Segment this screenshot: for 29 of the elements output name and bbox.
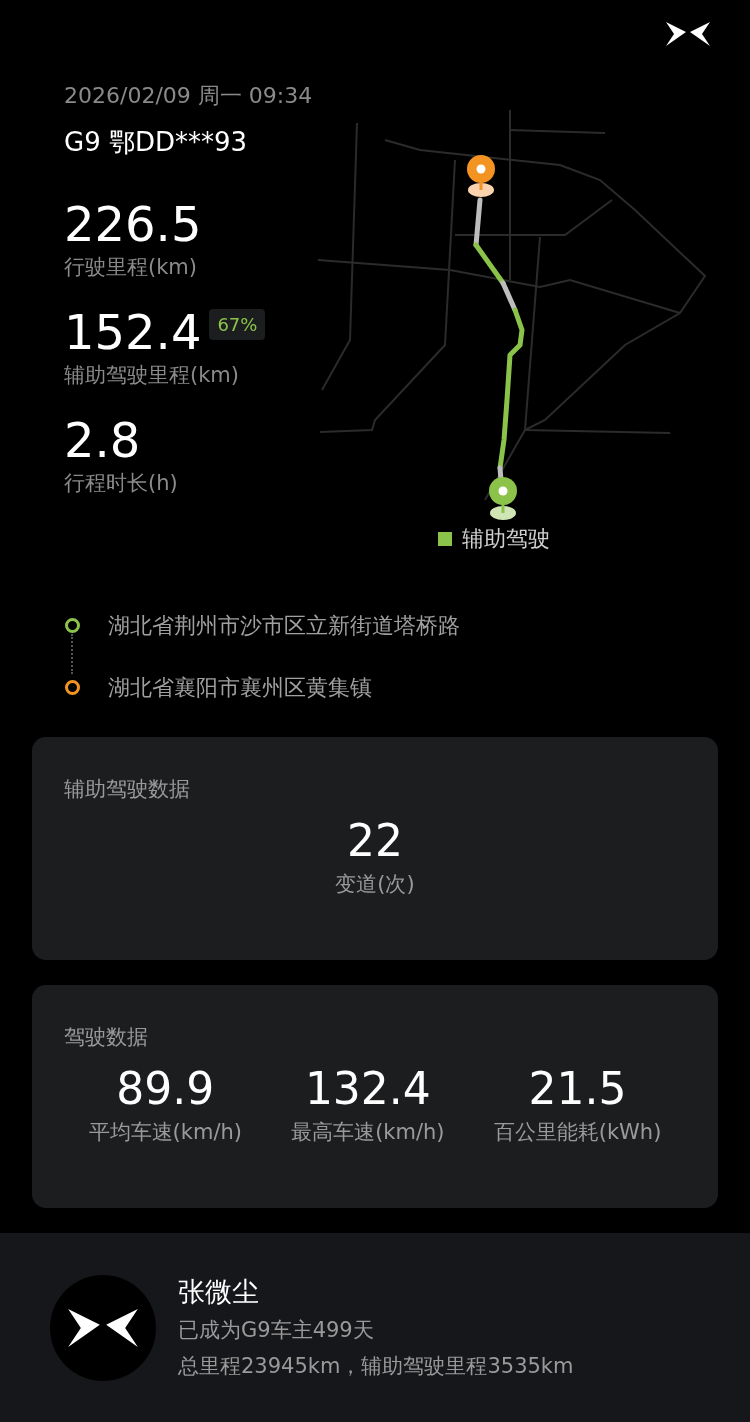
stat-value: 2.8 <box>64 412 141 468</box>
owner-info: 总里程23945km，辅助驾驶里程3535km <box>178 1352 574 1380</box>
card-title: 驾驶数据 <box>64 1024 149 1051</box>
vehicle-plate: G9 鄂DD***93 <box>64 126 249 159</box>
stat-label: 行程时长(h) <box>64 470 179 497</box>
start-pin-icon <box>489 477 517 520</box>
metric-value: 21.5 <box>528 1062 627 1116</box>
trip-datetime: 2026/02/09 周一 09:34 <box>64 82 314 110</box>
owner-name: 张微尘 <box>178 1274 260 1309</box>
address-text: 湖北省襄阳市襄州区黄集镇 <box>108 673 372 702</box>
stat-label: 辅助驾驶里程(km) <box>64 362 240 389</box>
stat-value: 152.4 <box>64 304 202 360</box>
metric-label: 变道(次) <box>335 871 415 898</box>
metric-value: 132.4 <box>304 1062 431 1116</box>
metric-label: 最高车速(km/h) <box>291 1119 445 1146</box>
percentage-badge: 67% <box>209 308 266 340</box>
legend-label: 辅助驾驶 <box>462 525 550 553</box>
end-pin-icon <box>467 155 495 197</box>
owner-info: 已成为G9车主499天 <box>178 1316 375 1344</box>
logo-icon <box>67 1308 139 1347</box>
metric-value: 22 <box>347 814 403 868</box>
metric-label: 平均车速(km/h) <box>88 1119 242 1146</box>
metric-label: 百公里能耗(kWh) <box>493 1119 662 1146</box>
address-text: 湖北省荆州市沙市区立新街道塔桥路 <box>108 611 460 640</box>
stat-value: 226.5 <box>64 196 202 252</box>
metric-value: 89.9 <box>116 1062 215 1116</box>
stat-label: 行驶里程(km) <box>64 254 198 281</box>
card-title: 辅助驾驶数据 <box>64 776 191 803</box>
logo-icon <box>666 22 710 46</box>
